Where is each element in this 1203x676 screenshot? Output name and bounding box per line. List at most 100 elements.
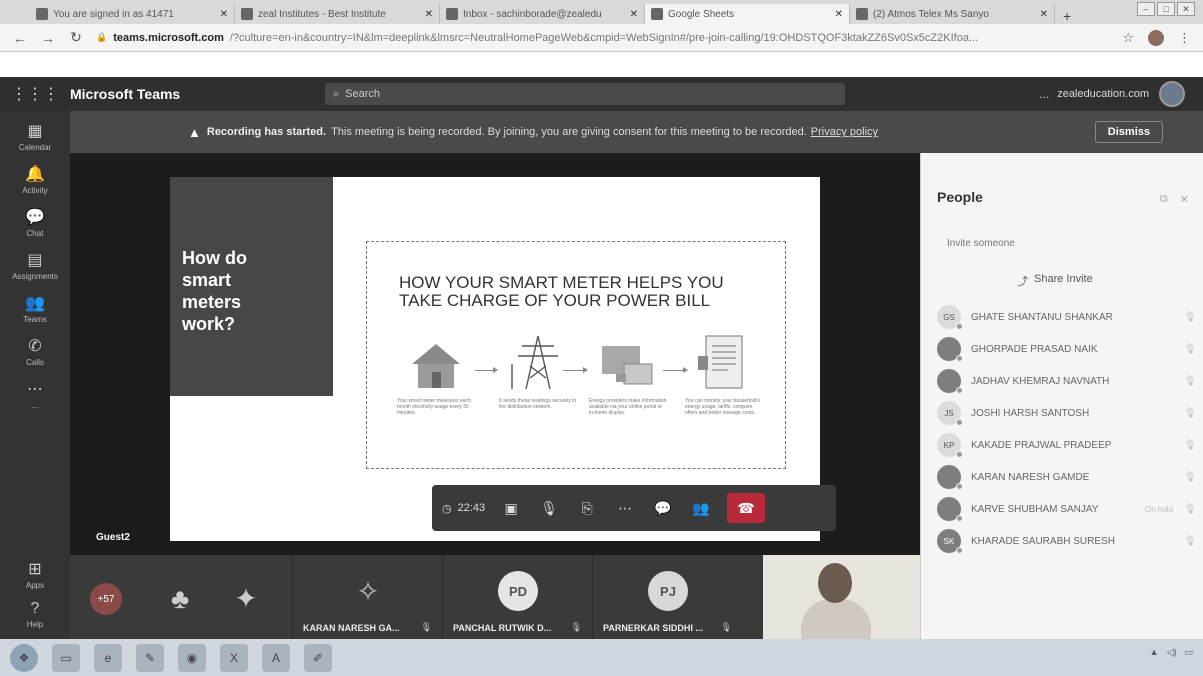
pop-out-icon[interactable]: ⧉ (1160, 193, 1168, 206)
user-avatar[interactable] (1159, 81, 1185, 107)
participant-video (763, 555, 920, 639)
forward-icon[interactable]: → (40, 30, 56, 46)
hang-up-button[interactable]: ☎ (727, 493, 766, 523)
camera-icon[interactable]: ▣ (499, 500, 523, 517)
app-launcher-icon[interactable]: ⋮⋮⋮ (0, 84, 70, 104)
presence-icon (956, 483, 963, 490)
participant-name: JOSHI HARSH SANTOSH (971, 407, 1090, 419)
mic-icon[interactable]: 🎙 (537, 500, 561, 517)
close-tab-icon[interactable]: ✕ (1040, 9, 1048, 20)
mic-off-icon: 🎙 (1183, 471, 1197, 483)
rail-item-chat[interactable]: 💬 Chat (25, 207, 45, 238)
close-panel-icon[interactable]: ✕ (1180, 193, 1189, 206)
profile-avatar[interactable] (1148, 29, 1164, 46)
star-icon[interactable]: ☆ (1122, 30, 1134, 46)
participant-name: JADHAV KHEMRAJ NAVNATH (971, 375, 1110, 387)
participant-row[interactable]: KARVE SHUBHAM SANJAY On hold 🎙 (937, 493, 1197, 525)
slide-title-panel: How do smart meters work? (170, 177, 333, 396)
banner-message: This meeting is being recorded. By joini… (331, 126, 807, 138)
maximize-button[interactable]: □ (1157, 2, 1175, 16)
close-window-button[interactable]: ✕ (1177, 2, 1195, 16)
url-field[interactable]: 🔒 teams.microsoft.com /?culture=en-in&co… (96, 28, 1110, 48)
browser-tab[interactable]: (2) Atmos Telex Ms Sanyo ✕ (850, 4, 1055, 24)
zeal-favicon (241, 8, 253, 20)
participant-row[interactable]: SK KHARADE SAURABH SURESH 🎙 (937, 525, 1197, 557)
rail-item-apps[interactable]: ⊞ Apps (26, 559, 44, 590)
participant-row[interactable]: JADHAV KHEMRAJ NAVNATH 🎙 (937, 365, 1197, 397)
participant-avatar (937, 497, 963, 522)
tab-title: Google Sheets (668, 8, 735, 20)
rail-item-activity[interactable]: 🔔 Activity (22, 164, 47, 195)
browser-tab[interactable]: zeal Institutes - Best Institute ✕ (235, 4, 440, 24)
participant-tile[interactable]: ✧ KARAN NARESH GA... 🎙 (292, 555, 442, 639)
rail-item--[interactable]: ⋯... (27, 379, 43, 410)
reload-icon[interactable]: ↻ (68, 29, 84, 46)
menu-icon[interactable]: ⋮ (1178, 30, 1191, 46)
participant-tile[interactable]: PD PANCHAL RUTWIK D... 🎙 (442, 555, 592, 639)
back-icon[interactable]: ← (12, 30, 28, 46)
mic-off-icon: 🎙 (1183, 375, 1197, 387)
invite-input[interactable]: Invite someone (947, 238, 1015, 249)
app-title: Microsoft Teams (70, 86, 181, 102)
lock-icon: 🔒 (96, 32, 108, 42)
rail-item-calls[interactable]: ✆ Calls (26, 336, 44, 367)
rail-item-teams[interactable]: 👥 Teams (23, 293, 47, 324)
participant-row[interactable]: JS JOSHI HARSH SANTOSH 🎙 (937, 397, 1197, 429)
search-input[interactable]: ⌕ Search (325, 83, 845, 105)
close-tab-icon[interactable]: ✕ (425, 9, 433, 20)
slide-question: How do smart meters work? (182, 248, 247, 334)
chat-icon[interactable]: 💬 (651, 500, 675, 517)
step-text: It sends these readings securely to the … (499, 398, 577, 410)
share-screen-icon[interactable]: ⎘ (575, 500, 599, 517)
bill-document-icon (685, 334, 763, 390)
rail-item-calendar[interactable]: ▦ Calendar (19, 121, 51, 152)
share-invite-button[interactable]: ⤴ Share Invite (1017, 273, 1093, 289)
volume-icon[interactable]: ◁) (1167, 647, 1177, 658)
privacy-policy-link[interactable]: Privacy policy (811, 126, 878, 138)
minimize-button[interactable]: – (1137, 2, 1155, 16)
participant-row[interactable]: KARAN NARESH GAMDE 🎙 (937, 461, 1197, 493)
people-heading: People (937, 189, 983, 205)
browser-tab-bar: You are signed in as 41471 ✕ zeal Institut… (0, 0, 1203, 24)
search-icon: ⌕ (333, 87, 340, 100)
participant-tile[interactable]: PJ PARNERKAR SIDDHI ... 🎙 (592, 555, 742, 639)
browser-tab[interactable]: You are signed in as 41471 ✕ (30, 4, 235, 24)
participant-avatar (937, 337, 963, 362)
sheets-favicon (651, 8, 663, 20)
dismiss-button[interactable]: Dismiss (1094, 121, 1163, 143)
system-tray: ▲ ◁) ▭ (1150, 647, 1193, 658)
file-explorer-icon[interactable]: ▭ (52, 643, 80, 672)
paint-icon[interactable]: ✎ (136, 643, 164, 672)
more-actions-icon[interactable]: ⋯ (613, 500, 637, 517)
participant-avatar: KP (937, 433, 963, 458)
ie-icon[interactable]: e (94, 643, 122, 672)
browser-tab[interactable]: Google Sheets ✕ (645, 4, 850, 24)
close-tab-icon[interactable]: ✕ (835, 9, 843, 20)
presence-icon (956, 387, 963, 394)
battery-icon[interactable]: ▭ (1184, 647, 1193, 658)
rail-item-help[interactable]: ? Help (27, 600, 43, 629)
participant-row[interactable]: GS GHATE SHANTANU SHANKAR 🎙 (937, 301, 1197, 333)
tab-title: (2) Atmos Telex Ms Sanyo (873, 8, 989, 20)
close-tab-icon[interactable]: ✕ (630, 9, 638, 20)
computer-icon (589, 334, 667, 390)
new-tab-button[interactable]: + (1055, 8, 1079, 24)
network-icon[interactable]: ▲ (1150, 647, 1159, 658)
excel-icon[interactable]: X (220, 643, 248, 672)
banner-title: Recording has started. (206, 126, 327, 138)
more-options-icon[interactable]: ... (1039, 87, 1049, 101)
participants-icon[interactable]: 👥 (689, 500, 713, 517)
participant-row[interactable]: KP KAKADE PRAJWAL PRADEEP 🎙 (937, 429, 1197, 461)
notepad-icon[interactable]: ✐ (304, 643, 332, 672)
pdf-icon[interactable]: A (262, 643, 290, 672)
rail-item-assignments[interactable]: ▤ Assignments (12, 250, 58, 281)
chrome-icon[interactable]: ◉ (178, 643, 206, 672)
start-button[interactable]: ❖ (10, 643, 38, 672)
close-tab-icon[interactable]: ✕ (220, 9, 228, 20)
video-person-head (818, 563, 852, 603)
participant-row[interactable]: GHORPADE PRASAD NAIK 🎙 (937, 333, 1197, 365)
teams-icon: 👥 (25, 295, 45, 312)
more-participants-badge[interactable]: +57 (90, 583, 122, 615)
browser-tab[interactable]: Inbox - sachinborade@zealedu ✕ (440, 4, 645, 24)
mic-off-icon: 🎙 (1183, 311, 1197, 323)
